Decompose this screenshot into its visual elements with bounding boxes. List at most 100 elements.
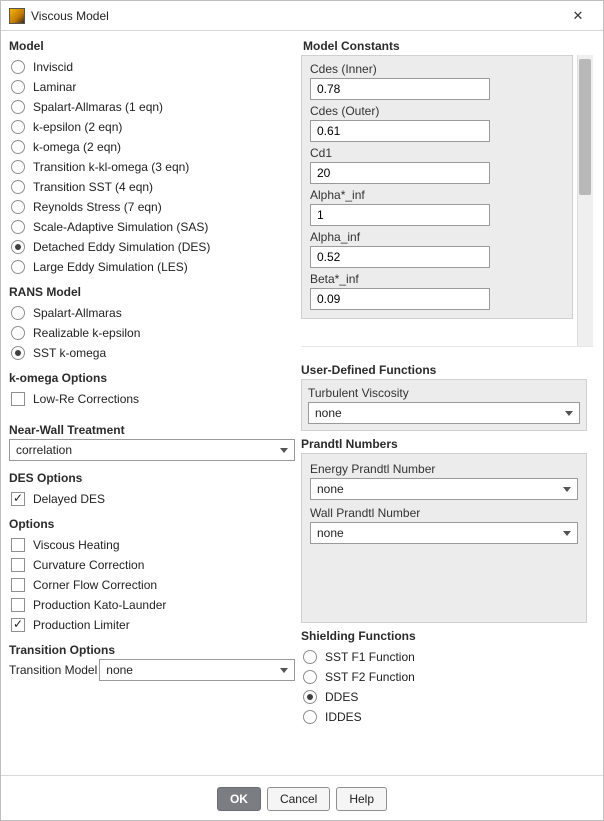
checkbox-icon [11,578,25,592]
wall-prandtl-value: none [317,526,344,540]
model-option-label: Inviscid [33,60,73,74]
radio-icon [11,140,25,154]
model-option[interactable]: k-epsilon (2 eqn) [9,117,295,137]
radio-icon [11,220,25,234]
shielding-option[interactable]: DDES [301,687,587,707]
heading-des-options: DES Options [9,471,295,485]
checkbox-icon [11,492,25,506]
turbulent-viscosity-select[interactable]: none [308,402,580,424]
checkbox-icon [11,558,25,572]
radio-icon [11,120,25,134]
model-option[interactable]: Large Eddy Simulation (LES) [9,257,295,277]
shielding-option[interactable]: IDDES [301,707,587,727]
model-option[interactable]: Spalart-Allmaras (1 eqn) [9,97,295,117]
model-option[interactable]: Transition k-kl-omega (3 eqn) [9,157,295,177]
model-option-label: Reynolds Stress (7 eqn) [33,200,162,214]
energy-prandtl-label: Energy Prandtl Number [310,462,578,476]
transition-model-label: Transition Model [9,663,97,677]
model-constants-frame: Cdes (Inner)Cdes (Outer)Cd1Alpha*_infAlp… [301,55,573,319]
model-option[interactable]: Inviscid [9,57,295,77]
options-option[interactable]: Production Limiter [9,615,295,635]
app-icon [9,8,25,24]
options-option[interactable]: Viscous Heating [9,535,295,555]
radio-icon [303,690,317,704]
rans-model-option-label: Spalart-Allmaras [33,306,122,320]
window-title: Viscous Model [31,9,561,23]
wall-prandtl-select[interactable]: none [310,522,578,544]
constant-label: Beta*_inf [310,272,564,286]
model-option-label: k-epsilon (2 eqn) [33,120,122,134]
rans-model-option-label: SST k-omega [33,346,106,360]
checkbox-icon [11,618,25,632]
shielding-option-label: IDDES [325,710,362,724]
shielding-option[interactable]: SST F1 Function [301,647,587,667]
radio-icon [11,100,25,114]
cancel-button[interactable]: Cancel [267,787,330,811]
des-option[interactable]: Delayed DES [9,489,295,509]
checkbox-icon [11,598,25,612]
chevron-down-icon [565,411,573,416]
rans-model-option-label: Realizable k-epsilon [33,326,140,340]
model-option-label: Detached Eddy Simulation (DES) [33,240,210,254]
model-option[interactable]: k-omega (2 eqn) [9,137,295,157]
scrollbar-thumb[interactable] [579,59,591,195]
shielding-option-label: SST F1 Function [325,650,415,664]
model-option[interactable]: Scale-Adaptive Simulation (SAS) [9,217,295,237]
heading-transition-options: Transition Options [9,643,295,657]
close-icon: ✕ [573,8,584,24]
options-group: Viscous HeatingCurvature Correction Corne… [9,533,295,639]
constant-label: Cdes (Inner) [310,62,564,76]
options-option-label: Production Kato-Launder [33,598,166,612]
model-option[interactable]: Reynolds Stress (7 eqn) [9,197,295,217]
constant-input[interactable] [310,78,490,100]
rans-model-option[interactable]: Realizable k-epsilon [9,323,295,343]
constant-input[interactable] [310,204,490,226]
shielding-option[interactable]: SST F2 Function [301,667,587,687]
options-option-label: Corner Flow Correction [33,578,157,592]
heading-near-wall: Near-Wall Treatment [9,423,295,437]
help-button[interactable]: Help [336,787,387,811]
cancel-button-label: Cancel [280,792,317,806]
scrollbar[interactable] [577,55,593,346]
transition-model-value: none [106,663,133,677]
k-omega-option-label: Low-Re Corrections [33,392,139,406]
constant-label: Alpha*_inf [310,188,564,202]
ok-button[interactable]: OK [217,787,261,811]
heading-options: Options [9,517,295,531]
rans-radio-group: Spalart-Allmaras Realizable k-epsilon SST … [9,301,295,367]
chevron-down-icon [280,448,288,453]
close-button[interactable]: ✕ [561,5,595,27]
radio-icon [11,260,25,274]
model-option[interactable]: Laminar [9,77,295,97]
rans-model-option[interactable]: SST k-omega [9,343,295,363]
k-omega-option[interactable]: Low-Re Corrections [9,389,295,409]
options-option[interactable]: Curvature Correction [9,555,295,575]
shielding-option-label: DDES [325,690,358,704]
des-options-group: Delayed DES [9,487,295,513]
rans-model-option[interactable]: Spalart-Allmaras [9,303,295,323]
heading-prandtl-numbers: Prandtl Numbers [301,437,587,451]
radio-icon [11,326,25,340]
constant-input[interactable] [310,288,490,310]
wall-prandtl-label: Wall Prandtl Number [310,506,578,520]
constant-input[interactable] [310,162,490,184]
model-option-label: Transition SST (4 eqn) [33,180,153,194]
model-option-label: Laminar [33,80,76,94]
transition-model-select[interactable]: none [99,659,295,681]
near-wall-select[interactable]: correlation [9,439,295,461]
energy-prandtl-select[interactable]: none [310,478,578,500]
energy-prandtl-value: none [317,482,344,496]
model-option[interactable]: Transition SST (4 eqn) [9,177,295,197]
shielding-radio-group: SST F1 Function SST F2 Function DDES IDDES [301,645,587,731]
model-option[interactable]: Detached Eddy Simulation (DES) [9,237,295,257]
constant-input[interactable] [310,246,490,268]
constant-input[interactable] [310,120,490,142]
turbulent-viscosity-value: none [315,406,342,420]
radio-icon [11,180,25,194]
options-option[interactable]: Production Kato-Launder [9,595,295,615]
radio-icon [11,80,25,94]
options-option[interactable]: Corner Flow Correction [9,575,295,595]
udf-frame: Turbulent Viscosity none [301,379,587,431]
model-option-label: Transition k-kl-omega (3 eqn) [33,160,189,174]
radio-icon [11,160,25,174]
